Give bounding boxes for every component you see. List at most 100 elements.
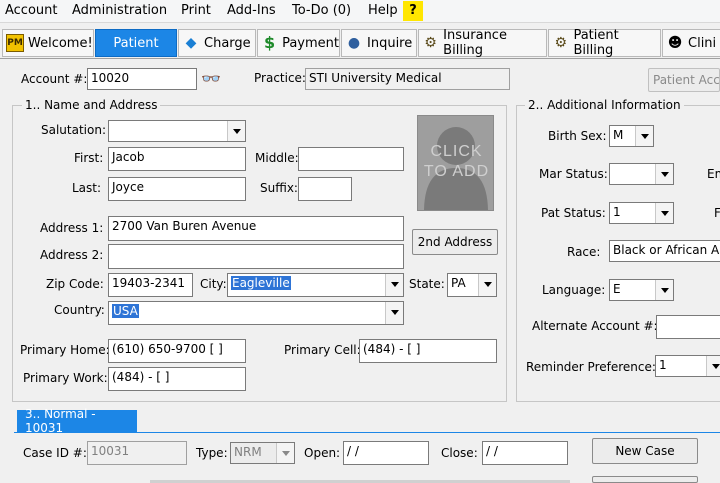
case-type-label: Type: bbox=[196, 446, 228, 460]
mar-status-label: Mar Status: bbox=[539, 167, 608, 181]
employment-label: Em bbox=[707, 167, 720, 181]
last-name-label: Last: bbox=[72, 181, 102, 195]
second-address-button[interactable]: 2nd Address bbox=[412, 229, 498, 255]
tab-clinician-label: Clini bbox=[688, 35, 717, 51]
menu-todo[interactable]: To-Do (0) bbox=[292, 3, 351, 18]
close-date-label: Close: bbox=[441, 446, 478, 460]
toolbar: PM Welcome! Patient ◆ Charge $ Payment ●… bbox=[0, 28, 720, 59]
last-name-field[interactable]: Joyce bbox=[108, 177, 246, 201]
primary-work-field[interactable]: (484) - [ ] bbox=[108, 367, 246, 391]
mar-status-select[interactable] bbox=[609, 163, 674, 185]
f-label: F bbox=[714, 206, 720, 220]
state-label: State: bbox=[409, 277, 445, 291]
menu-add-ins[interactable]: Add-Ins bbox=[227, 3, 276, 18]
suffix-field[interactable] bbox=[298, 177, 352, 201]
gear-icon: ⚙ bbox=[424, 35, 437, 51]
chevron-down-icon bbox=[655, 203, 673, 223]
practice-field: STI University Medical bbox=[305, 68, 510, 90]
salutation-label: Salutation: bbox=[41, 123, 106, 137]
primary-home-label: Primary Home: bbox=[20, 343, 110, 357]
chevron-down-icon bbox=[655, 280, 673, 300]
chevron-down-icon bbox=[478, 274, 496, 296]
address2-field[interactable] bbox=[108, 244, 404, 269]
tab-patient-billing-label: Patient Billing bbox=[573, 28, 619, 58]
language-label: Language: bbox=[542, 283, 606, 297]
tab-charge[interactable]: ◆ Charge bbox=[178, 29, 256, 57]
clinician-icon: ☻ bbox=[667, 35, 683, 51]
case-tab[interactable]: 3.. Normal - 10031 bbox=[17, 407, 137, 435]
chevron-down-icon bbox=[706, 356, 720, 376]
binoculars-icon[interactable]: 👓 bbox=[201, 69, 221, 88]
click-to-add-text: CLICK TO ADD bbox=[423, 143, 490, 180]
tab-insurance-billing[interactable]: ⚙ Insurance Billing bbox=[418, 28, 547, 58]
middle-name-label: Middle: bbox=[255, 151, 299, 165]
close-date-field[interactable]: / / bbox=[482, 441, 568, 465]
case-action-button[interactable] bbox=[592, 476, 698, 483]
alternate-account-label: Alternate Account #: bbox=[532, 319, 658, 333]
tab-patient[interactable]: Patient bbox=[95, 29, 177, 57]
diamond-icon: ◆ bbox=[185, 35, 197, 51]
pat-status-select[interactable]: 1 bbox=[609, 202, 674, 224]
middle-name-field[interactable] bbox=[298, 147, 404, 171]
additional-info-title: 2.. Additional Information bbox=[525, 98, 684, 112]
race-select[interactable]: Black or African Am bbox=[609, 240, 720, 262]
tab-payment[interactable]: $ Payment bbox=[257, 29, 340, 57]
new-case-button[interactable]: New Case bbox=[592, 438, 698, 464]
tab-charge-label: Charge bbox=[204, 35, 251, 51]
state-select[interactable]: PA bbox=[447, 273, 497, 297]
tab-patient-label: Patient bbox=[113, 35, 159, 51]
tab-clinician[interactable]: ☻ Clini bbox=[662, 29, 720, 57]
salutation-select[interactable] bbox=[108, 120, 246, 142]
menu-help[interactable]: Help bbox=[368, 3, 398, 18]
tab-payment-label: Payment bbox=[282, 35, 339, 51]
case-tab-underline bbox=[14, 432, 720, 433]
pm-logo-icon: PM bbox=[6, 34, 24, 52]
reminder-preference-label: Reminder Preference: bbox=[526, 360, 656, 374]
primary-home-field[interactable]: (610) 650-9700 [ ] bbox=[108, 339, 246, 363]
country-select[interactable]: USA bbox=[108, 301, 404, 325]
gear-icon: ⚙ bbox=[554, 35, 567, 51]
tab-welcome[interactable]: PM Welcome! bbox=[2, 29, 94, 57]
tab-patient-billing[interactable]: ⚙ Patient Billing bbox=[548, 28, 661, 58]
pat-status-label: Pat Status: bbox=[541, 206, 606, 220]
inquire-icon: ● bbox=[347, 35, 361, 51]
case-id-label: Case ID #: bbox=[23, 446, 87, 460]
chevron-down-icon bbox=[385, 274, 403, 296]
address1-field[interactable]: 2700 Van Buren Avenue bbox=[108, 216, 404, 241]
patient-photo[interactable]: CLICK TO ADD bbox=[417, 115, 494, 211]
first-name-field[interactable]: Jacob bbox=[108, 147, 246, 171]
primary-cell-field[interactable]: (484) - [ ] bbox=[359, 339, 497, 363]
chevron-down-icon bbox=[635, 126, 653, 146]
tab-welcome-label: Welcome! bbox=[28, 35, 93, 51]
patient-access-button[interactable]: Patient Acce bbox=[648, 68, 720, 92]
account-number-field[interactable]: 10020 bbox=[87, 68, 197, 90]
primary-cell-label: Primary Cell: bbox=[284, 343, 361, 357]
menu-account[interactable]: Account bbox=[5, 3, 58, 18]
tab-insurance-billing-label: Insurance Billing bbox=[443, 28, 507, 58]
zip-code-field[interactable]: 19403-2341 bbox=[108, 273, 193, 297]
open-date-label: Open: bbox=[304, 446, 341, 460]
dollar-icon: $ bbox=[263, 33, 276, 52]
birth-sex-select[interactable]: M bbox=[609, 125, 654, 147]
tab-inquire[interactable]: ● Inquire bbox=[341, 29, 417, 57]
chevron-down-icon bbox=[385, 302, 403, 324]
tab-inquire-label: Inquire bbox=[367, 35, 413, 51]
case-type-select[interactable]: NRM bbox=[230, 442, 295, 464]
city-select[interactable]: Eagleville bbox=[227, 273, 404, 297]
reminder-preference-select[interactable]: 1 bbox=[655, 355, 720, 377]
help-icon[interactable]: ? bbox=[403, 1, 423, 21]
first-name-label: First: bbox=[74, 151, 104, 165]
case-id-field: 10031 bbox=[87, 441, 187, 465]
language-select[interactable]: E bbox=[609, 279, 674, 301]
zip-code-label: Zip Code: bbox=[46, 277, 104, 291]
menu-administration[interactable]: Administration bbox=[72, 3, 167, 18]
chevron-down-icon bbox=[655, 164, 673, 184]
menu-bar: Account Administration Print Add-Ins To-… bbox=[0, 0, 720, 23]
chevron-down-icon bbox=[276, 443, 294, 463]
alternate-account-field[interactable] bbox=[656, 315, 720, 339]
primary-work-label: Primary Work: bbox=[23, 371, 108, 385]
birth-sex-label: Birth Sex: bbox=[548, 129, 607, 143]
menu-print[interactable]: Print bbox=[181, 3, 211, 18]
account-number-label: Account #: bbox=[21, 72, 88, 86]
open-date-field[interactable]: / / bbox=[343, 441, 429, 465]
